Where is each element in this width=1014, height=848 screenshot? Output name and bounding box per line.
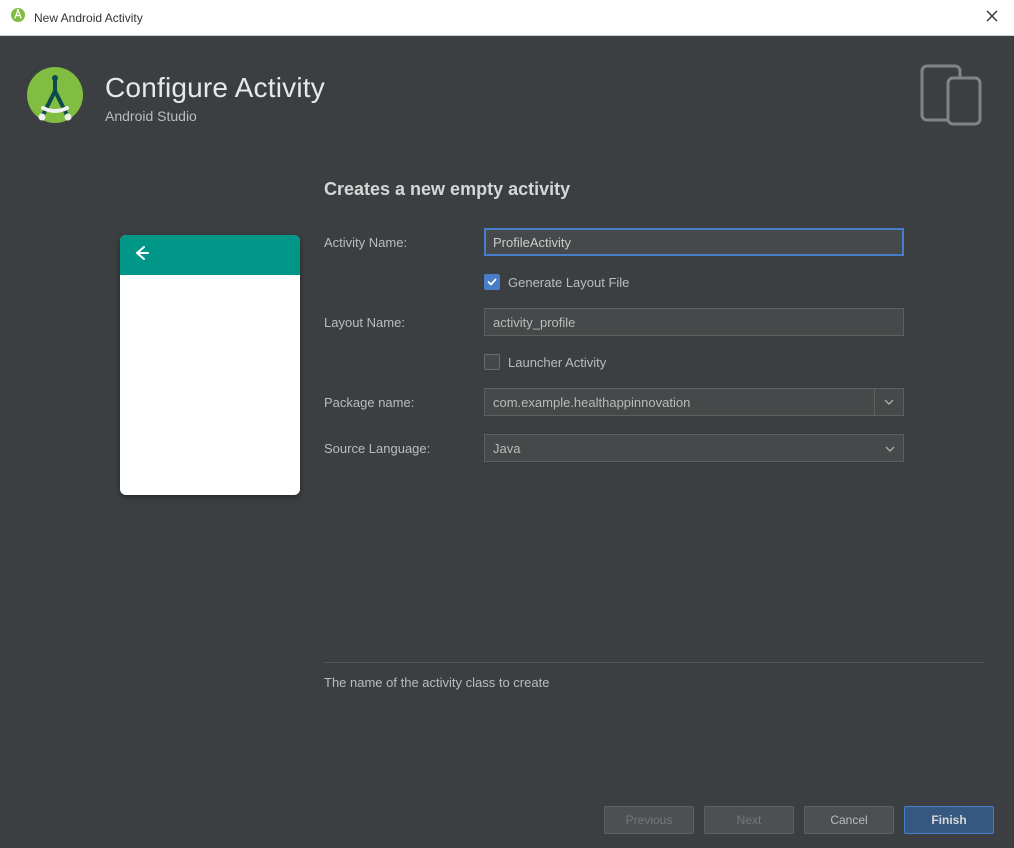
chevron-down-icon (885, 439, 895, 457)
layout-name-label: Layout Name: (324, 315, 484, 330)
cancel-button[interactable]: Cancel (804, 806, 894, 834)
chevron-down-icon (875, 399, 903, 405)
android-studio-icon (10, 7, 26, 28)
devices-icon (918, 64, 984, 131)
button-bar: Previous Next Cancel Finish (604, 806, 994, 834)
form-hint: The name of the activity class to create (324, 662, 984, 690)
form-heading: Creates a new empty activity (324, 179, 984, 200)
source-language-label: Source Language: (324, 441, 484, 456)
close-button[interactable] (980, 9, 1004, 27)
package-name-value: com.example.healthappinnovation (485, 389, 875, 415)
launcher-activity-checkbox[interactable] (484, 354, 500, 370)
back-arrow-icon (132, 244, 150, 267)
launcher-activity-label: Launcher Activity (508, 355, 606, 370)
activity-name-input[interactable] (484, 228, 904, 256)
android-studio-logo (25, 65, 85, 130)
window-title: New Android Activity (34, 11, 143, 25)
generate-layout-checkbox[interactable] (484, 274, 500, 290)
dialog-subtitle: Android Studio (105, 108, 325, 124)
generate-layout-label: Generate Layout File (508, 275, 629, 290)
activity-preview (120, 235, 300, 495)
source-language-combo[interactable]: Java (484, 434, 904, 462)
titlebar: New Android Activity (0, 0, 1014, 36)
package-name-label: Package name: (324, 395, 484, 410)
activity-name-label: Activity Name: (324, 235, 484, 250)
layout-name-input[interactable] (484, 308, 904, 336)
dialog-header: Configure Activity Android Studio (0, 36, 1014, 153)
previous-button[interactable]: Previous (604, 806, 694, 834)
next-button[interactable]: Next (704, 806, 794, 834)
dialog-title: Configure Activity (105, 72, 325, 104)
finish-button[interactable]: Finish (904, 806, 994, 834)
package-name-combo[interactable]: com.example.healthappinnovation (484, 388, 904, 416)
source-language-value: Java (493, 441, 520, 456)
